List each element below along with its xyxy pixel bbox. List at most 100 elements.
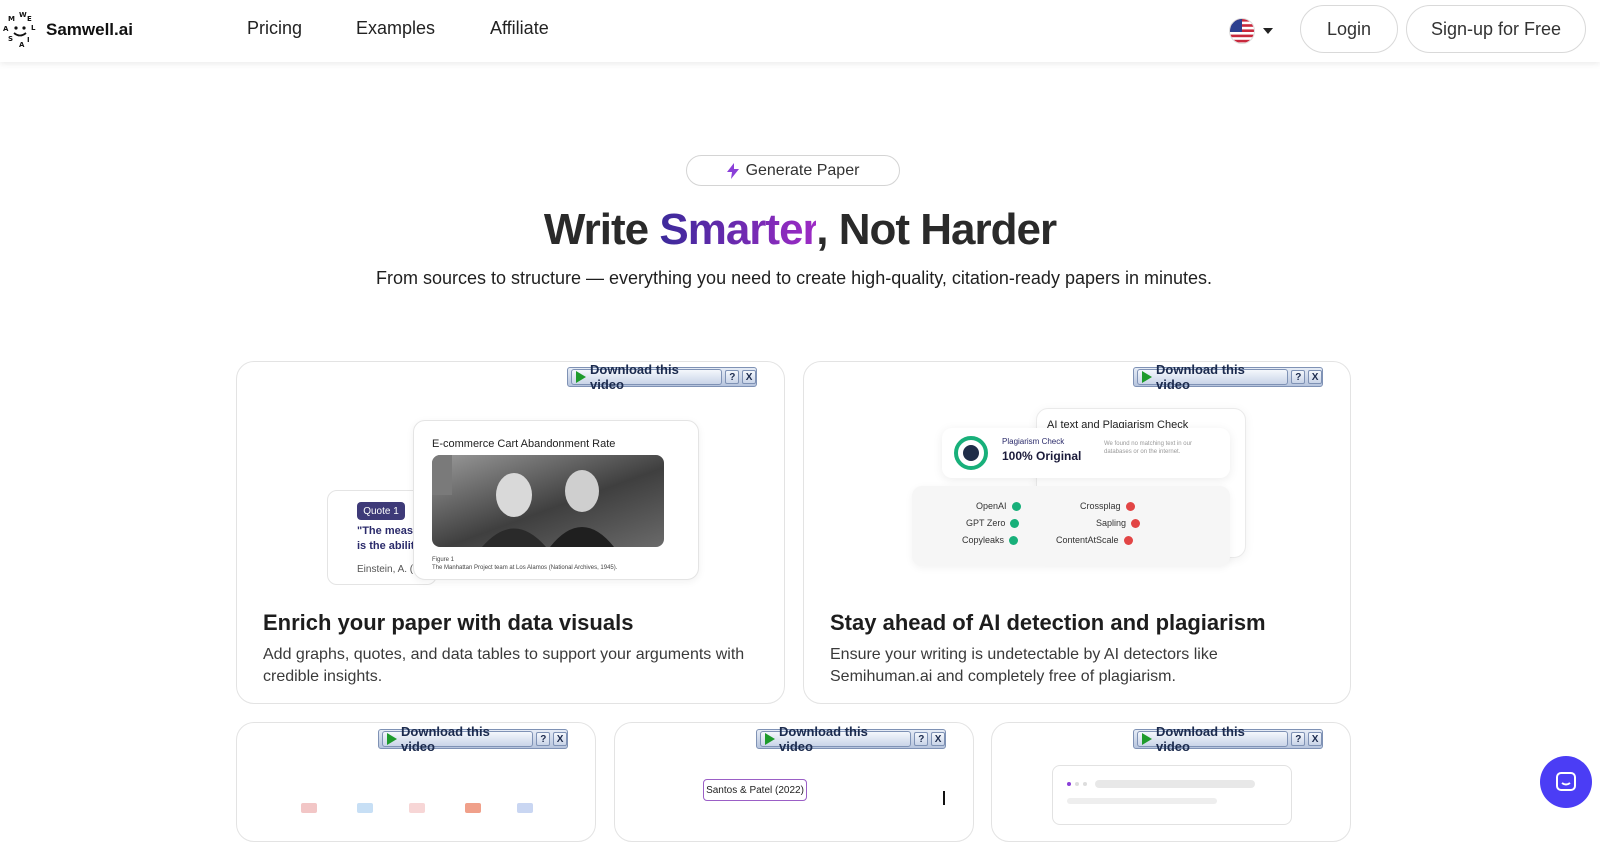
download-video-bar: Download this video ? X	[1133, 724, 1323, 754]
card-title: Enrich your paper with data visuals	[263, 610, 634, 635]
check-label: Plagiarism Check	[1002, 437, 1065, 446]
x-icon	[1131, 518, 1141, 528]
close-icon[interactable]: X	[553, 732, 567, 746]
headline-part: Write	[543, 205, 660, 254]
figure-title: E-commerce Cart Abandonment Rate	[432, 438, 616, 450]
download-video-bar: Download this video ? X	[567, 362, 757, 392]
feature-card-5: Download this video ? X	[991, 722, 1351, 842]
feature-card-data-visuals: Download this video ? X Quote 1 "The mea…	[236, 361, 785, 704]
editor-preview	[1052, 765, 1292, 825]
feature-card-3: Download this video ? X	[236, 722, 596, 842]
detector-fail: Crossplag	[1080, 501, 1135, 511]
figure-card: E-commerce Cart Abandonment Rate Figure …	[413, 420, 699, 580]
close-icon[interactable]: X	[1308, 732, 1322, 746]
check-icon	[1009, 535, 1019, 545]
play-icon	[387, 733, 397, 745]
nav-link-examples[interactable]: Examples	[356, 18, 435, 39]
svg-text:S: S	[8, 35, 13, 43]
file-icon	[409, 803, 425, 813]
detector-list: OpenAI GPT Zero Copyleaks Crossplag Sapl…	[912, 486, 1230, 566]
login-button[interactable]: Login	[1300, 5, 1398, 53]
svg-text:A: A	[3, 25, 9, 33]
x-icon	[1125, 501, 1135, 511]
detector-pass: OpenAI	[976, 501, 1021, 511]
help-icon[interactable]: ?	[914, 732, 929, 746]
logo-icon: WEL MAS AI	[0, 10, 42, 50]
chat-icon	[1556, 772, 1576, 791]
download-label: Download this video	[590, 362, 679, 392]
detector-name: Sapling	[1096, 518, 1127, 528]
detector-fail: Sapling	[1096, 518, 1141, 528]
us-flag-icon	[1229, 18, 1255, 44]
detector-name: Copyleaks	[962, 535, 1005, 545]
play-icon	[765, 733, 775, 745]
nav-link-pricing[interactable]: Pricing	[247, 18, 302, 39]
help-icon[interactable]: ?	[725, 370, 740, 384]
svg-text:M: M	[8, 15, 15, 23]
check-icon	[1011, 501, 1021, 511]
quote-author: Einstein, A. (	[357, 564, 414, 575]
citation-chip: Santos & Patel (2022)	[703, 779, 807, 801]
play-icon	[576, 371, 586, 383]
help-icon[interactable]: ?	[1291, 732, 1306, 746]
download-video-button[interactable]: Download this video	[1137, 724, 1289, 754]
download-video-button[interactable]: Download this video	[760, 724, 912, 754]
card-description: Add graphs, quotes, and data tables to s…	[263, 646, 745, 685]
pill-label: Generate Paper	[745, 161, 860, 179]
download-label: Download this video	[1156, 724, 1245, 754]
play-icon	[1142, 733, 1152, 745]
svg-text:E: E	[27, 15, 32, 23]
check-value: 100% Original	[1002, 449, 1082, 463]
download-video-bar: Download this video ? X	[756, 724, 946, 754]
download-video-button[interactable]: Download this video	[382, 724, 534, 754]
quote-tag: Quote 1	[357, 502, 405, 520]
top-navbar: WEL MAS AI Samwell.ai Pricing Examples A…	[0, 0, 1600, 62]
nav-link-affiliate[interactable]: Affiliate	[490, 18, 549, 39]
download-label: Download this video	[779, 724, 868, 754]
svg-text:L: L	[31, 24, 36, 32]
svg-text:A: A	[19, 41, 25, 49]
feature-card-ai-detection: Download this video ? X AI text and Plag…	[803, 361, 1351, 704]
card-title: Stay ahead of AI detection and plagiaris…	[830, 610, 1266, 635]
download-video-bar: Download this video ? X	[1133, 362, 1323, 392]
download-label: Download this video	[401, 724, 490, 754]
file-icon	[517, 803, 533, 813]
chat-button[interactable]	[1540, 756, 1592, 808]
signup-button[interactable]: Sign-up for Free	[1406, 5, 1586, 53]
language-selector[interactable]	[1229, 15, 1277, 47]
check-icon	[1010, 518, 1020, 528]
play-icon	[1142, 371, 1152, 383]
hero-subtitle: From sources to structure — everything y…	[375, 268, 1213, 288]
download-video-button[interactable]: Download this video	[571, 362, 723, 392]
download-video-bar: Download this video ? X	[378, 724, 568, 754]
detector-name: Crossplag	[1080, 501, 1121, 511]
plagiarism-check-card: Plagiarism Check 100% Original We found …	[942, 428, 1230, 478]
figure-caption: Figure 1 The Manhattan Project team at Lo…	[432, 556, 617, 572]
detector-name: OpenAI	[976, 501, 1007, 511]
help-icon[interactable]: ?	[536, 732, 551, 746]
file-icon	[301, 803, 317, 813]
svg-text:I: I	[27, 36, 30, 44]
headline-part: , Not Harder	[816, 205, 1057, 254]
figure-photo	[432, 455, 664, 547]
card-description: Ensure your writing is undetectable by A…	[830, 646, 1218, 685]
detector-fail: ContentAtScale	[1056, 535, 1133, 545]
detector-pass: Copyleaks	[962, 535, 1019, 545]
detector-name: ContentAtScale	[1056, 535, 1119, 545]
file-icon	[357, 803, 373, 813]
svg-text:W: W	[19, 11, 27, 19]
detector-name: GPT Zero	[966, 518, 1006, 528]
close-icon[interactable]: X	[931, 732, 945, 746]
check-ring-icon	[954, 436, 988, 470]
headline-accent: Smarter	[659, 205, 817, 254]
logo[interactable]: WEL MAS AI Samwell.ai	[0, 10, 133, 50]
file-icon	[465, 803, 481, 813]
help-icon[interactable]: ?	[1291, 370, 1306, 384]
download-label: Download this video	[1156, 362, 1245, 392]
chevron-down-icon	[1263, 28, 1273, 34]
close-icon[interactable]: X	[1308, 370, 1322, 384]
close-icon[interactable]: X	[742, 370, 756, 384]
download-video-button[interactable]: Download this video	[1137, 362, 1289, 392]
text-cursor	[943, 791, 945, 805]
generate-paper-pill[interactable]: Generate Paper	[686, 155, 900, 186]
